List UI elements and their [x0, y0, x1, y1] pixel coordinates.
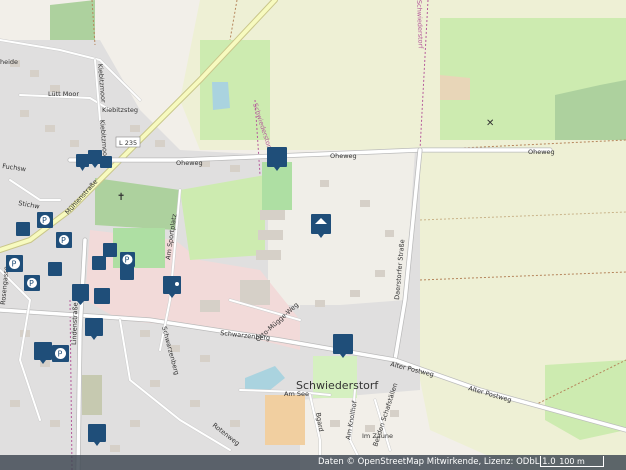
parking-icon[interactable]: P	[24, 275, 40, 291]
parking-icon[interactable]: P	[120, 252, 135, 267]
forest-area	[50, 0, 95, 40]
svg-text:P: P	[42, 216, 47, 225]
road-label-oheweg: Oheweg	[330, 152, 357, 160]
meadow-area	[180, 175, 265, 260]
attribution-text[interactable]: Daten © OpenStreetMap Mitwirkende, Lizen…	[318, 456, 556, 469]
map-footer: Daten © OpenStreetMap Mitwirkende, Lizen…	[0, 455, 626, 470]
parking-icon[interactable]: P	[6, 255, 23, 272]
bus-icon[interactable]	[48, 262, 62, 276]
road-label-oheweg: Oheweg	[176, 159, 203, 167]
road-label-oheweg: Oheweg	[528, 148, 555, 156]
road-label-heide: heide	[0, 58, 18, 66]
svg-text:P: P	[125, 256, 130, 265]
svg-text:P: P	[12, 260, 17, 269]
svg-text:P: P	[61, 236, 66, 245]
shop-icon[interactable]	[103, 243, 117, 257]
road-label-kiebitzsteg: Kiebitzsteg	[102, 106, 138, 114]
bus-icon[interactable]	[16, 222, 30, 236]
parking-icon[interactable]: P	[52, 345, 69, 362]
map-canvas[interactable]: Oheweg Oheweg Oheweg L 235 Schwiederstor…	[0, 0, 626, 470]
scale-bar: 100 m	[540, 456, 604, 467]
farmland-area	[440, 75, 470, 100]
gray-area	[82, 375, 102, 415]
bakery-icon[interactable]	[92, 256, 106, 270]
sports-area	[265, 395, 305, 445]
parking-icon[interactable]: P	[56, 232, 72, 248]
bus-icon[interactable]	[120, 266, 134, 280]
shop-icon[interactable]	[94, 288, 110, 304]
windmill-icon: ✕	[486, 118, 494, 129]
svg-text:P: P	[58, 350, 63, 359]
road-label-im-zaune: Im Zaune	[362, 432, 393, 440]
road-label-am-see: Am See	[284, 390, 309, 398]
svg-text:P: P	[29, 279, 34, 288]
bus-icon[interactable]	[100, 156, 112, 168]
route-label-l235: L 235	[119, 139, 137, 147]
parking-icon[interactable]: P	[37, 212, 53, 228]
road-label-lindenstrasse: Lindenstraße	[70, 302, 79, 345]
water-area	[212, 82, 230, 110]
road-label-lutt-moor: Lütt Moor	[48, 90, 79, 98]
church-icon: ✝	[117, 192, 125, 203]
